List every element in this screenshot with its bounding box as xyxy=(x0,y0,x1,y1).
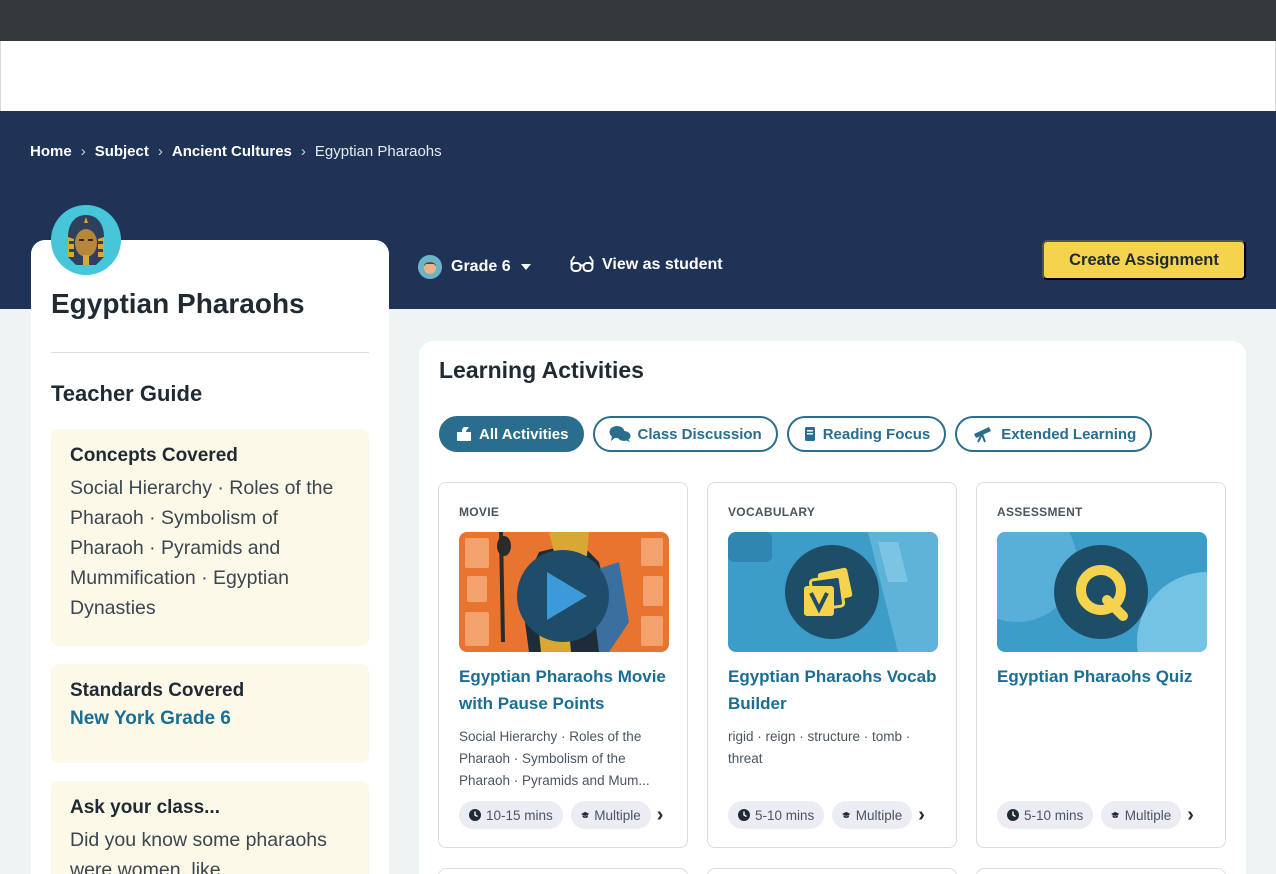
puzzle-icon xyxy=(457,427,471,441)
duration-pill: 5-10 mins xyxy=(997,801,1094,829)
grouping-pill: Multiple xyxy=(1101,801,1182,829)
breadcrumb-ancient-cultures[interactable]: Ancient Cultures xyxy=(172,143,292,160)
graduation-cap-icon xyxy=(1111,811,1120,818)
site-header xyxy=(0,41,1276,111)
vocabulary-thumbnail[interactable] xyxy=(728,532,938,652)
filter-label: Extended Learning xyxy=(1001,425,1137,443)
view-as-student-label: View as student xyxy=(602,256,723,273)
telescope-icon xyxy=(974,427,992,443)
graduation-cap-icon xyxy=(580,811,590,818)
divider xyxy=(51,352,369,353)
clock-icon xyxy=(469,809,481,821)
browser-top-bar xyxy=(0,0,1276,41)
filter-class-discussion[interactable]: Class Discussion xyxy=(593,416,778,452)
chevron-right-icon: › xyxy=(80,143,86,160)
pharaoh-mask-icon xyxy=(68,215,104,265)
duration-label: 5-10 mins xyxy=(1024,807,1084,823)
concepts-covered-text: Social Hierarchy · Roles of the Pharaoh … xyxy=(70,477,334,619)
chat-bubbles-icon xyxy=(609,426,631,442)
duration-pill: 5-10 mins xyxy=(728,801,825,829)
card-description: Social Hierarchy · Roles of the Pharaoh … xyxy=(459,729,650,788)
standards-link[interactable]: New York Grade 6 xyxy=(70,708,350,730)
card-title-link[interactable]: Egyptian Pharaohs Vocab Builder xyxy=(728,663,943,717)
graduation-cap-icon xyxy=(842,811,851,818)
card-type-label: ASSESSMENT xyxy=(997,505,1083,519)
duration-label: 10-15 mins xyxy=(486,807,553,823)
filter-reading-focus[interactable]: Reading Focus xyxy=(786,416,947,452)
movie-thumbnail[interactable] xyxy=(459,532,669,652)
standards-covered-title: Standards Covered xyxy=(70,680,245,701)
ask-your-class-title: Ask your class... xyxy=(70,797,220,818)
activity-filter-tabs: All Activities Class Discussion Reading … xyxy=(439,416,1153,452)
topic-avatar xyxy=(51,205,121,275)
filter-label: All Activities xyxy=(479,425,569,443)
card-title-link[interactable]: Egyptian Pharaohs Quiz xyxy=(997,663,1212,690)
grouping-label: Multiple xyxy=(855,807,903,823)
activity-card-vocabulary[interactable]: VOCABULARY Egyptian Pharaohs Vocab Build… xyxy=(707,482,957,848)
card-type-label: MOVIE xyxy=(459,505,500,519)
grouping-pill: Multiple xyxy=(570,801,651,829)
breadcrumb-subject[interactable]: Subject xyxy=(95,143,149,160)
activity-card-next[interactable] xyxy=(438,868,688,874)
topic-title: Egyptian Pharaohs xyxy=(51,288,305,319)
student-avatar-icon xyxy=(418,255,442,279)
breadcrumb-home[interactable]: Home xyxy=(30,143,72,160)
clock-icon xyxy=(1007,809,1019,821)
chevron-right-icon[interactable]: › xyxy=(657,804,664,827)
ask-your-class-text: Did you know some pharaohs were women, l… xyxy=(70,829,327,874)
quiz-thumbnail[interactable] xyxy=(997,532,1207,652)
chevron-right-icon: › xyxy=(157,143,163,160)
activity-card-next[interactable] xyxy=(707,868,957,874)
card-meta: 10-15 mins Multiple › xyxy=(459,801,663,829)
grade-label: Grade 6 xyxy=(451,258,511,275)
teacher-guide-heading: Teacher Guide xyxy=(51,381,203,406)
chevron-right-icon[interactable]: › xyxy=(918,804,925,827)
filter-label: Class Discussion xyxy=(637,425,762,443)
concepts-covered-title: Concepts Covered xyxy=(70,445,238,466)
view-as-student-link[interactable]: View as student xyxy=(570,256,723,274)
activity-card-movie[interactable]: MOVIE Egyptian Pharaohs Movie with Pause… xyxy=(438,482,688,848)
card-meta: 5-10 mins Multiple › xyxy=(728,801,925,829)
breadcrumb-current: Egyptian Pharaohs xyxy=(314,143,442,160)
card-description: rigid · reign · structure · tomb · threa… xyxy=(728,729,911,766)
create-assignment-button[interactable]: Create Assignment xyxy=(1042,240,1246,280)
grouping-label: Multiple xyxy=(1124,807,1172,823)
duration-label: 5-10 mins xyxy=(755,807,815,823)
book-icon xyxy=(804,427,815,441)
card-title-link[interactable]: Egyptian Pharaohs Movie with Pause Point… xyxy=(459,663,674,717)
card-meta: 5-10 mins Multiple › xyxy=(997,801,1194,829)
caret-down-icon xyxy=(520,264,531,270)
grouping-label: Multiple xyxy=(594,807,641,823)
chevron-right-icon: › xyxy=(300,143,306,160)
standards-covered-box: Standards Covered New York Grade 6 xyxy=(51,664,369,763)
duration-pill: 10-15 mins xyxy=(459,801,563,829)
clock-icon xyxy=(738,809,750,821)
breadcrumb: Home › Subject › Ancient Cultures › Egyp… xyxy=(30,143,442,160)
learning-activities-heading: Learning Activities xyxy=(439,357,644,383)
filter-extended-learning[interactable]: Extended Learning xyxy=(955,416,1153,452)
chevron-right-icon[interactable]: › xyxy=(1187,804,1194,827)
concepts-covered-box: Concepts Covered Social Hierarchy · Role… xyxy=(51,429,369,646)
grade-selector[interactable]: Grade 6 xyxy=(418,255,532,279)
glasses-icon xyxy=(570,256,594,272)
grouping-pill: Multiple xyxy=(832,801,913,829)
activity-card-next[interactable] xyxy=(976,868,1226,874)
activity-card-assessment[interactable]: ASSESSMENT Egyptian Pharaohs Quiz 5-10 m… xyxy=(976,482,1226,848)
ask-your-class-box: Ask your class... Did you know some phar… xyxy=(51,781,369,874)
filter-label: Reading Focus xyxy=(822,425,931,443)
filter-all-activities[interactable]: All Activities xyxy=(439,416,585,452)
card-type-label: VOCABULARY xyxy=(728,505,816,519)
